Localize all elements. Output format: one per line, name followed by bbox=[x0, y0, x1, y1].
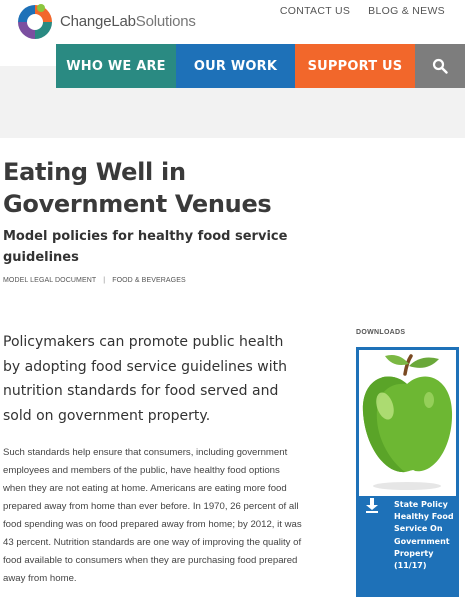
meta-topic-link[interactable]: FOOD & BEVERAGES bbox=[112, 277, 186, 284]
logo[interactable]: ChangeLabSolutions bbox=[15, 0, 215, 42]
utility-nav: CONTACT US BLOG & NEWS bbox=[280, 5, 445, 17]
header-band-left bbox=[0, 66, 56, 88]
blog-news-link[interactable]: BLOG & NEWS bbox=[368, 5, 445, 17]
main-nav: WHO WE ARE OUR WORK SUPPORT US bbox=[56, 44, 465, 88]
body-paragraph: Such standards help ensure that consumer… bbox=[3, 447, 302, 584]
meta-separator: | bbox=[103, 277, 106, 284]
nav-our-work[interactable]: OUR WORK bbox=[176, 44, 295, 88]
download-thumbnail bbox=[359, 350, 456, 496]
header-band bbox=[0, 88, 465, 138]
nav-who-we-are[interactable]: WHO WE ARE bbox=[56, 44, 176, 88]
download-icon bbox=[366, 498, 378, 513]
meta-tags: MODEL LEGAL DOCUMENT | FOOD & BEVERAGES bbox=[3, 277, 186, 284]
page-subtitle: Model policies for healthy food service … bbox=[3, 229, 288, 265]
meta-type-link[interactable]: MODEL LEGAL DOCUMENT bbox=[3, 277, 96, 284]
page-title: Eating Well in Government Venues bbox=[3, 158, 272, 218]
downloads-heading: DOWNLOADS bbox=[356, 329, 406, 336]
search-icon bbox=[432, 58, 448, 74]
nav-support-us[interactable]: SUPPORT US bbox=[295, 44, 415, 88]
search-button[interactable] bbox=[415, 44, 465, 88]
download-title[interactable]: State Policy Healthy Food Service On Gov… bbox=[394, 499, 456, 572]
logo-text: ChangeLabSolutions bbox=[60, 13, 196, 30]
logo-mark-icon bbox=[18, 4, 52, 39]
apple-icon bbox=[362, 354, 453, 490]
contact-us-link[interactable]: CONTACT US bbox=[280, 5, 350, 17]
lead-paragraph: Policymakers can promote public health b… bbox=[3, 334, 287, 424]
download-card[interactable]: State Policy Healthy Food Service On Gov… bbox=[356, 347, 459, 597]
